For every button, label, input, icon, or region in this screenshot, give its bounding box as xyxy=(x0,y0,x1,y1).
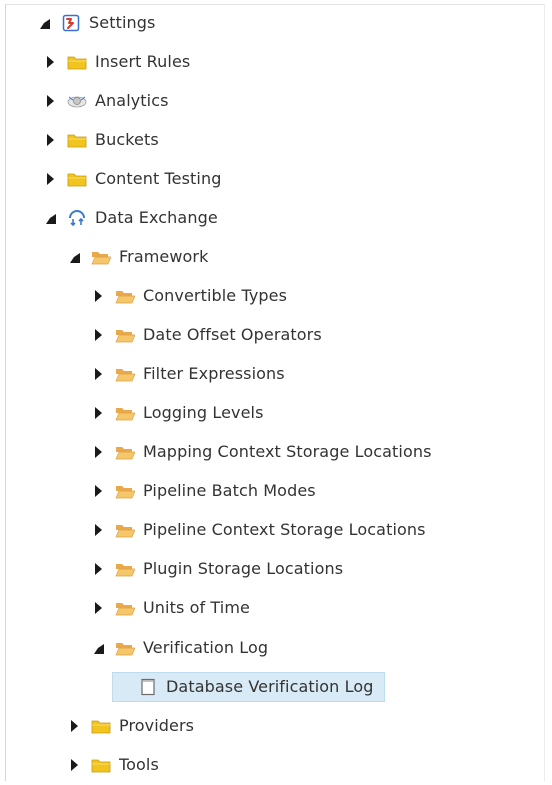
open-folder-icon xyxy=(114,364,136,384)
data-exchange-icon xyxy=(66,208,88,228)
expand-arrow-icon[interactable] xyxy=(66,718,82,734)
tree-node-label: Providers xyxy=(119,716,195,735)
document-icon xyxy=(137,677,159,697)
open-folder-icon xyxy=(114,403,136,423)
expand-arrow-icon[interactable] xyxy=(90,444,106,460)
collapse-arrow-icon[interactable] xyxy=(42,210,58,226)
tree-node-label: Date Offset Operators xyxy=(143,325,322,344)
expand-arrow-icon[interactable] xyxy=(66,757,82,773)
tree-node-label: Logging Levels xyxy=(143,403,264,422)
tree-node-label: Insert Rules xyxy=(95,52,191,71)
analytics-icon xyxy=(66,91,88,111)
folder-icon xyxy=(90,716,112,736)
tree-node-label: Content Testing xyxy=(95,169,222,188)
tree-node-providers[interactable]: Providers xyxy=(64,711,200,741)
tree-node-pipeline-batch-modes[interactable]: Pipeline Batch Modes xyxy=(88,476,322,506)
tree-node-label: Filter Expressions xyxy=(143,364,285,383)
tree-node-label: Framework xyxy=(119,247,209,266)
tree-node-data-exchange[interactable]: Data Exchange xyxy=(40,203,224,233)
tree-node-mapping-context-storage-locations[interactable]: Mapping Context Storage Locations xyxy=(88,437,438,467)
expand-arrow-icon[interactable] xyxy=(90,600,106,616)
folder-icon xyxy=(66,130,88,150)
open-folder-icon xyxy=(114,559,136,579)
expand-arrow-icon[interactable] xyxy=(42,54,58,70)
collapse-arrow-icon[interactable] xyxy=(90,640,106,656)
tree-node-analytics[interactable]: Analytics xyxy=(40,86,175,116)
tree-node-label: Settings xyxy=(89,13,156,32)
tree-node-label: Pipeline Context Storage Locations xyxy=(143,520,426,539)
tree-node-logging-levels[interactable]: Logging Levels xyxy=(88,398,270,428)
tree-node-label: Units of Time xyxy=(143,598,250,617)
settings-icon xyxy=(60,13,82,33)
folder-icon xyxy=(66,169,88,189)
tree-node-label: Database Verification Log xyxy=(166,677,374,696)
tree-node-label: Pipeline Batch Modes xyxy=(143,481,316,500)
expand-arrow-icon[interactable] xyxy=(42,171,58,187)
expand-arrow-icon[interactable] xyxy=(42,93,58,109)
folder-icon xyxy=(90,755,112,775)
open-folder-icon xyxy=(114,638,136,658)
tree-node-units-of-time[interactable]: Units of Time xyxy=(88,593,256,623)
folder-icon xyxy=(66,52,88,72)
open-folder-icon xyxy=(90,247,112,267)
tree-node-verification-log[interactable]: Verification Log xyxy=(88,633,274,663)
collapse-arrow-icon[interactable] xyxy=(66,249,82,265)
tree-node-content-testing[interactable]: Content Testing xyxy=(40,164,227,194)
tree-node-label: Verification Log xyxy=(143,638,269,657)
tree-node-filter-expressions[interactable]: Filter Expressions xyxy=(88,359,291,389)
tree-node-label: Convertible Types xyxy=(143,286,288,305)
tree-node-date-offset-operators[interactable]: Date Offset Operators xyxy=(88,320,328,350)
tree-node-label: Analytics xyxy=(95,91,169,110)
expand-arrow-icon[interactable] xyxy=(90,288,106,304)
collapse-arrow-icon[interactable] xyxy=(36,15,52,31)
tree-node-label: Plugin Storage Locations xyxy=(143,559,344,578)
tree-node-plugin-storage-locations[interactable]: Plugin Storage Locations xyxy=(88,554,349,584)
expand-arrow-icon[interactable] xyxy=(90,366,106,382)
open-folder-icon xyxy=(114,481,136,501)
expand-arrow-icon[interactable] xyxy=(90,327,106,343)
expand-arrow-icon[interactable] xyxy=(90,483,106,499)
tree-node-label: Mapping Context Storage Locations xyxy=(143,442,432,461)
tree-node-tools[interactable]: Tools xyxy=(64,750,165,780)
content-tree: Settings Insert Rules Analytics Buckets … xyxy=(0,0,552,785)
tree-node-label: Data Exchange xyxy=(95,208,218,227)
tree-node-convertible-types[interactable]: Convertible Types xyxy=(88,281,293,311)
open-folder-icon xyxy=(114,325,136,345)
open-folder-icon xyxy=(114,442,136,462)
expand-arrow-icon[interactable] xyxy=(90,522,106,538)
tree-node-pipeline-context-storage-locations[interactable]: Pipeline Context Storage Locations xyxy=(88,515,432,545)
tree-node-database-verification-log[interactable]: Database Verification Log xyxy=(112,672,385,702)
expand-arrow-icon[interactable] xyxy=(42,132,58,148)
tree-node-settings[interactable]: Settings xyxy=(34,8,161,38)
open-folder-icon xyxy=(114,520,136,540)
tree-node-label: Tools xyxy=(119,755,159,774)
tree-node-framework[interactable]: Framework xyxy=(64,242,214,272)
expand-arrow-icon[interactable] xyxy=(90,405,106,421)
tree-node-insert-rules[interactable]: Insert Rules xyxy=(40,47,196,77)
open-folder-icon xyxy=(114,598,136,618)
open-folder-icon xyxy=(114,286,136,306)
tree-node-buckets[interactable]: Buckets xyxy=(40,125,165,155)
tree-node-label: Buckets xyxy=(95,130,159,149)
expand-arrow-icon[interactable] xyxy=(90,561,106,577)
